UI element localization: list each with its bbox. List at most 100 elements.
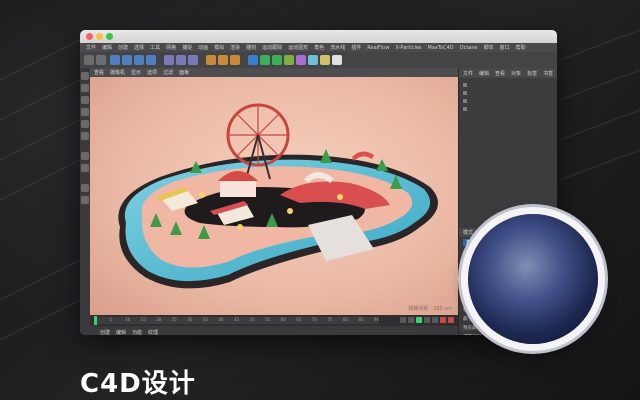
- menu-item[interactable]: 工具: [150, 44, 160, 51]
- subdivision-icon[interactable]: [272, 55, 282, 65]
- menu-item[interactable]: 模拟: [214, 44, 224, 51]
- menu-item[interactable]: MaxToC4D: [428, 45, 454, 51]
- timeline-ruler[interactable]: 051015202530354045505560657075808590: [94, 317, 379, 324]
- viewport-menu: 查看 摄像机 显示 选项 过滤 面板: [90, 68, 462, 77]
- menu-item[interactable]: RealFlow: [367, 45, 389, 51]
- go-end-icon[interactable]: [432, 317, 438, 323]
- object-menu-item[interactable]: 文件: [463, 70, 473, 77]
- material-tab[interactable]: 功能: [132, 329, 142, 336]
- timeline-tick: 30: [187, 317, 193, 322]
- object-menu-item[interactable]: 查看: [495, 70, 505, 77]
- menu-item[interactable]: 插件: [351, 44, 361, 51]
- close-dot-icon[interactable]: [86, 33, 93, 40]
- play-icon[interactable]: [416, 317, 422, 323]
- timeline-tick: 45: [234, 317, 240, 322]
- tree-row[interactable]: [463, 106, 553, 112]
- next-frame-icon[interactable]: [424, 317, 430, 323]
- grid-icon[interactable]: [81, 196, 89, 204]
- timeline[interactable]: 051015202530354045505560657075808590: [90, 315, 458, 326]
- menu-item[interactable]: 动画: [198, 44, 208, 51]
- menu-item[interactable]: 帮助: [516, 44, 526, 51]
- axis-x-icon[interactable]: [164, 55, 174, 65]
- attribute-menu-item[interactable]: 模式: [463, 229, 473, 236]
- pen-icon[interactable]: [260, 55, 270, 65]
- viewport-menu-item[interactable]: 显示: [131, 69, 141, 76]
- null-icon: [463, 91, 467, 95]
- polygons-mode-icon[interactable]: [81, 132, 89, 140]
- material-tab[interactable]: 编辑: [116, 329, 126, 336]
- viewport-menu-item[interactable]: 面板: [179, 69, 189, 76]
- snap-icon[interactable]: [81, 152, 89, 160]
- axis-z-icon[interactable]: [188, 55, 198, 65]
- menu-item[interactable]: 文件: [86, 44, 96, 51]
- axis-y-icon[interactable]: [176, 55, 186, 65]
- viewport-menu-item[interactable]: 过滤: [163, 69, 173, 76]
- environment-icon[interactable]: [308, 55, 318, 65]
- record-icon[interactable]: [440, 317, 446, 323]
- menu-item[interactable]: 创建: [118, 44, 128, 51]
- workplane-icon[interactable]: [81, 164, 89, 172]
- menu-item[interactable]: 运动图形: [288, 44, 308, 51]
- menu-item[interactable]: 流水线: [330, 44, 345, 51]
- material-tab[interactable]: 创建: [100, 329, 110, 336]
- timeline-tick: 10: [125, 317, 131, 322]
- cinema4d-logo-icon: [468, 214, 598, 344]
- material-tab[interactable]: 纹理: [148, 329, 158, 336]
- menu-item[interactable]: 选择: [134, 44, 144, 51]
- select-icon[interactable]: [110, 55, 120, 65]
- prev-frame-icon[interactable]: [408, 317, 414, 323]
- points-mode-icon[interactable]: [81, 108, 89, 116]
- camera-icon[interactable]: [320, 55, 330, 65]
- menu-item[interactable]: X-Particles: [395, 45, 421, 51]
- cube-icon[interactable]: [248, 55, 258, 65]
- menu-item[interactable]: 编辑: [102, 44, 112, 51]
- render-settings-icon[interactable]: [230, 55, 240, 65]
- scale-icon[interactable]: [134, 55, 144, 65]
- move-icon[interactable]: [122, 55, 132, 65]
- viewport-menu-item[interactable]: 查看: [94, 69, 104, 76]
- 3d-viewport[interactable]: 网格间距 : 100 cm: [90, 77, 458, 315]
- menu-item[interactable]: 渲染: [230, 44, 240, 51]
- cloner-icon[interactable]: [284, 55, 294, 65]
- menu-item[interactable]: 雕刻: [246, 44, 256, 51]
- object-menu-item[interactable]: 编辑: [479, 70, 489, 77]
- minimize-dot-icon[interactable]: [96, 33, 103, 40]
- object-menu-item[interactable]: 标签: [527, 70, 537, 77]
- model-mode-icon[interactable]: [81, 84, 89, 92]
- menu-item[interactable]: 窗口: [500, 44, 510, 51]
- viewport-menu-item[interactable]: 摄像机: [110, 69, 125, 76]
- menu-item[interactable]: 捕捉: [182, 44, 192, 51]
- edges-mode-icon[interactable]: [81, 120, 89, 128]
- menu-item[interactable]: 运动跟踪: [262, 44, 282, 51]
- playback-controls: [400, 317, 454, 323]
- lock-icon[interactable]: [81, 184, 89, 192]
- light-icon[interactable]: [332, 55, 342, 65]
- redo-icon[interactable]: [96, 55, 106, 65]
- viewport-menu-item[interactable]: 选项: [147, 69, 157, 76]
- viewport-status: 网格间距 : 100 cm: [408, 306, 452, 312]
- object-menu-item[interactable]: 书签: [543, 70, 553, 77]
- autokey-icon[interactable]: [448, 317, 454, 323]
- maximize-dot-icon[interactable]: [106, 33, 113, 40]
- tree-row[interactable]: [463, 98, 553, 104]
- texture-mode-icon[interactable]: [81, 96, 89, 104]
- tree-row[interactable]: [463, 82, 553, 88]
- timeline-tick: 55: [265, 317, 271, 322]
- tree-row[interactable]: [463, 90, 553, 96]
- menu-item[interactable]: 网格: [166, 44, 176, 51]
- render-view-icon[interactable]: [206, 55, 216, 65]
- go-start-icon[interactable]: [400, 317, 406, 323]
- object-menu-item[interactable]: 对象: [511, 70, 521, 77]
- render-picture-icon[interactable]: [218, 55, 228, 65]
- playhead[interactable]: [94, 316, 97, 325]
- menu-item[interactable]: 脚本: [484, 44, 494, 51]
- object-tree: [463, 82, 553, 222]
- rotate-icon[interactable]: [146, 55, 156, 65]
- deformer-icon[interactable]: [296, 55, 306, 65]
- menu-item[interactable]: Octane: [460, 45, 478, 51]
- main-toolbar: [80, 52, 557, 69]
- undo-icon[interactable]: [84, 55, 94, 65]
- page-heading: C4D设计: [80, 369, 196, 399]
- menu-item[interactable]: 角色: [314, 44, 324, 51]
- make-editable-icon[interactable]: [81, 72, 89, 80]
